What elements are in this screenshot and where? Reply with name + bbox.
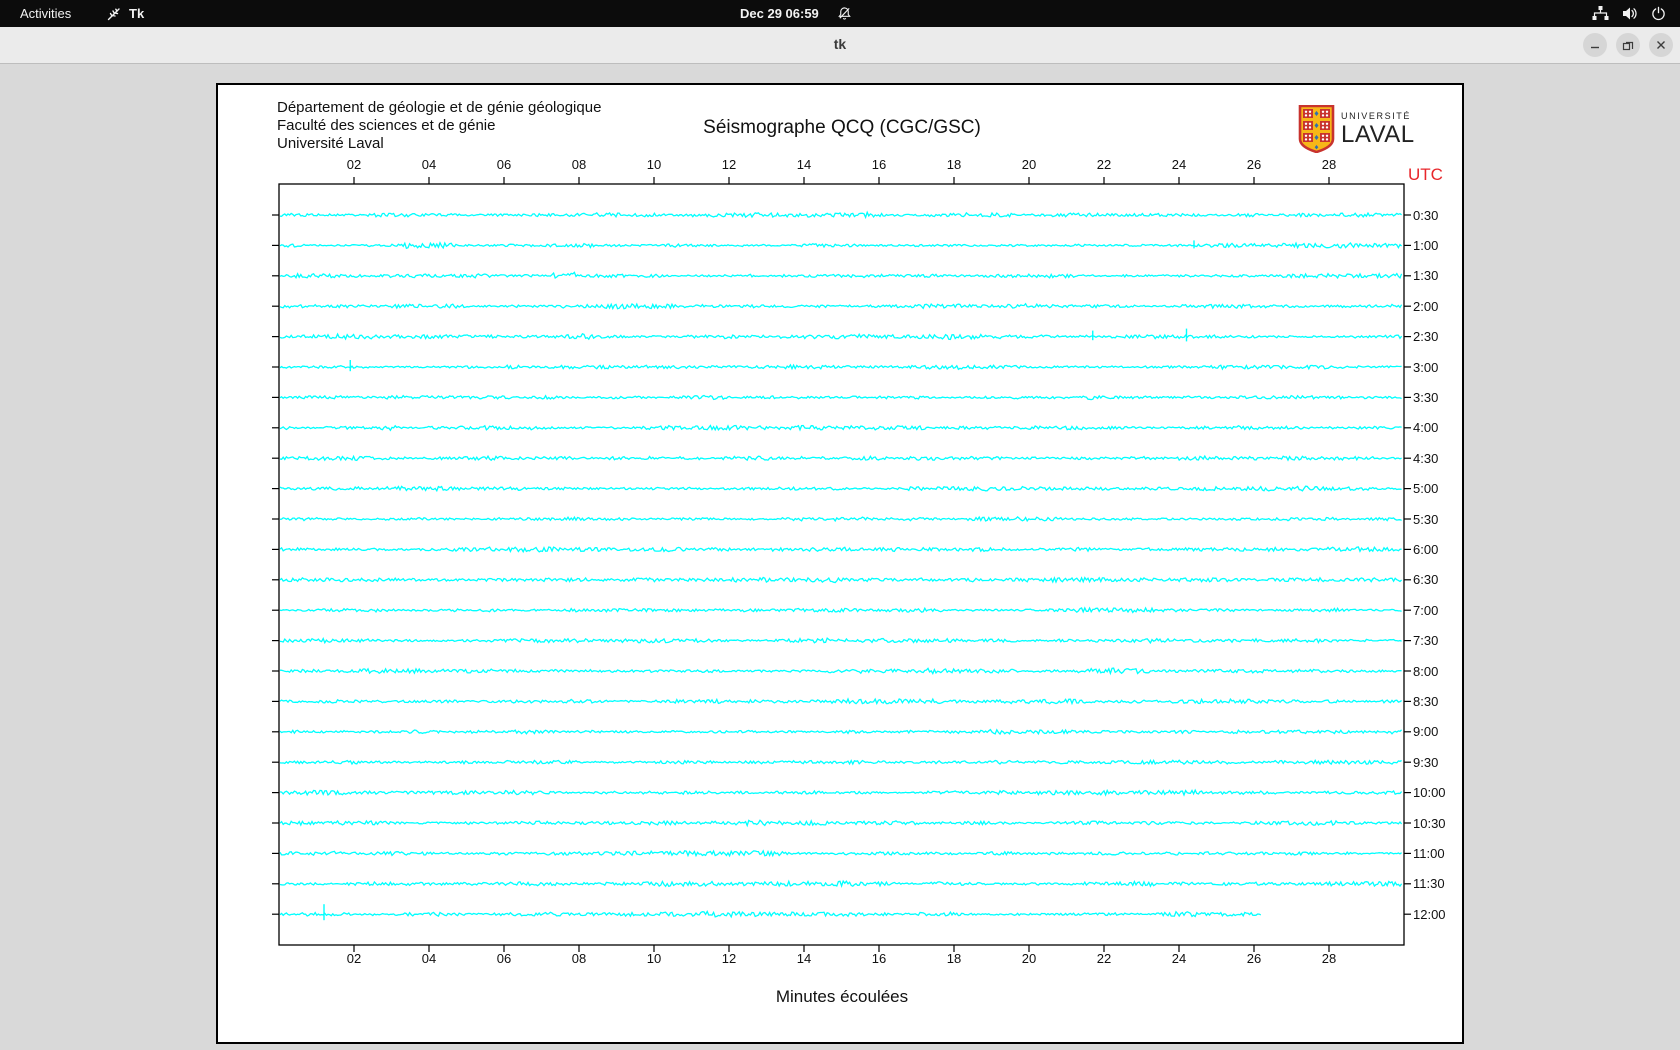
x-tick-bottom-04: 04 <box>421 951 437 966</box>
x-tick-bottom-02: 02 <box>346 951 362 966</box>
x-tick-top-22: 22 <box>1096 157 1112 172</box>
utc-row-label-7:30: 7:30 <box>1413 633 1439 649</box>
utc-row-label-8:00: 8:00 <box>1413 663 1439 679</box>
utc-row-label-10:30: 10:30 <box>1413 815 1446 831</box>
utc-row-label-9:30: 9:30 <box>1413 754 1439 770</box>
x-tick-top-18: 18 <box>946 157 962 172</box>
x-tick-top-14: 14 <box>796 157 812 172</box>
clock-menu[interactable]: Dec 29 06:59 <box>740 6 852 21</box>
utc-row-label-5:00: 5:00 <box>1413 481 1439 497</box>
system-top-bar: Activities Tk Dec 29 06:59 <box>0 0 1680 27</box>
seismogram-plot <box>272 177 1411 952</box>
restore-icon <box>1622 41 1634 51</box>
system-status-area[interactable] <box>1592 6 1666 21</box>
volume-icon <box>1623 7 1637 20</box>
seismograph-window: Département de géologie et de génie géol… <box>216 83 1464 1044</box>
x-tick-top-06: 06 <box>496 157 512 172</box>
x-tick-top-10: 10 <box>646 157 662 172</box>
window-title: tk <box>833 36 847 52</box>
x-tick-top-20: 20 <box>1021 157 1037 172</box>
focused-app-menu[interactable]: Tk <box>106 6 144 22</box>
x-tick-top-02: 02 <box>346 157 362 172</box>
utc-row-label-6:30: 6:30 <box>1413 572 1439 588</box>
x-tick-bottom-14: 14 <box>796 951 812 966</box>
utc-row-label-5:30: 5:30 <box>1413 511 1439 527</box>
utc-row-label-7:00: 7:00 <box>1413 602 1439 618</box>
x-tick-top-12: 12 <box>721 157 737 172</box>
utc-row-label-9:00: 9:00 <box>1413 724 1439 740</box>
x-tick-bottom-22: 22 <box>1096 951 1112 966</box>
power-icon <box>1652 6 1665 21</box>
x-tick-bottom-08: 08 <box>571 951 587 966</box>
notifications-off-icon <box>838 7 851 20</box>
utc-row-label-2:00: 2:00 <box>1413 298 1439 314</box>
utc-row-label-1:30: 1:30 <box>1413 268 1439 284</box>
x-tick-top-26: 26 <box>1246 157 1262 172</box>
close-icon <box>1657 41 1665 49</box>
minimize-icon <box>1591 46 1599 49</box>
utc-row-label-3:30: 3:30 <box>1413 389 1439 405</box>
x-tick-bottom-12: 12 <box>721 951 737 966</box>
x-tick-top-16: 16 <box>871 157 887 172</box>
utc-row-label-3:00: 3:00 <box>1413 359 1439 375</box>
maximize-button[interactable] <box>1616 33 1640 57</box>
x-tick-top-08: 08 <box>571 157 587 172</box>
x-tick-bottom-20: 20 <box>1021 951 1037 966</box>
x-tick-bottom-10: 10 <box>646 951 662 966</box>
x-tick-top-28: 28 <box>1321 157 1337 172</box>
tk-feather-icon <box>107 7 120 20</box>
utc-row-label-4:00: 4:00 <box>1413 420 1439 436</box>
utc-row-label-4:30: 4:30 <box>1413 450 1439 466</box>
utc-row-label-12:00: 12:00 <box>1413 906 1446 922</box>
close-button[interactable] <box>1649 33 1673 57</box>
clock-label: Dec 29 06:59 <box>740 6 819 21</box>
app-name-label: Tk <box>129 6 145 21</box>
x-tick-bottom-16: 16 <box>871 951 887 966</box>
x-tick-bottom-28: 28 <box>1321 951 1337 966</box>
utc-row-label-8:30: 8:30 <box>1413 693 1439 709</box>
utc-row-label-11:00: 11:00 <box>1413 845 1445 861</box>
utc-axis-title: UTC <box>1408 165 1443 184</box>
x-tick-bottom-26: 26 <box>1246 951 1262 966</box>
x-tick-bottom-06: 06 <box>496 951 512 966</box>
utc-row-label-1:00: 1:00 <box>1413 237 1439 253</box>
x-tick-top-24: 24 <box>1171 157 1187 172</box>
window-title-bar: tk <box>0 27 1680 64</box>
utc-row-label-0:30: 0:30 <box>1413 207 1439 223</box>
utc-row-label-2:30: 2:30 <box>1413 329 1439 345</box>
x-tick-bottom-24: 24 <box>1171 951 1187 966</box>
minimize-button[interactable] <box>1583 33 1607 57</box>
x-axis-title: Minutes écoulées <box>775 987 909 1006</box>
network-icon <box>1592 6 1609 20</box>
utc-row-label-10:00: 10:00 <box>1413 785 1446 801</box>
utc-row-label-6:00: 6:00 <box>1413 541 1439 557</box>
activities-button[interactable]: Activities <box>14 4 77 23</box>
desktop: { "top_bar": { "activities_label": "Acti… <box>0 0 1680 1050</box>
x-tick-top-04: 04 <box>421 157 437 172</box>
utc-row-label-11:30: 11:30 <box>1413 876 1445 892</box>
x-tick-bottom-18: 18 <box>946 951 962 966</box>
